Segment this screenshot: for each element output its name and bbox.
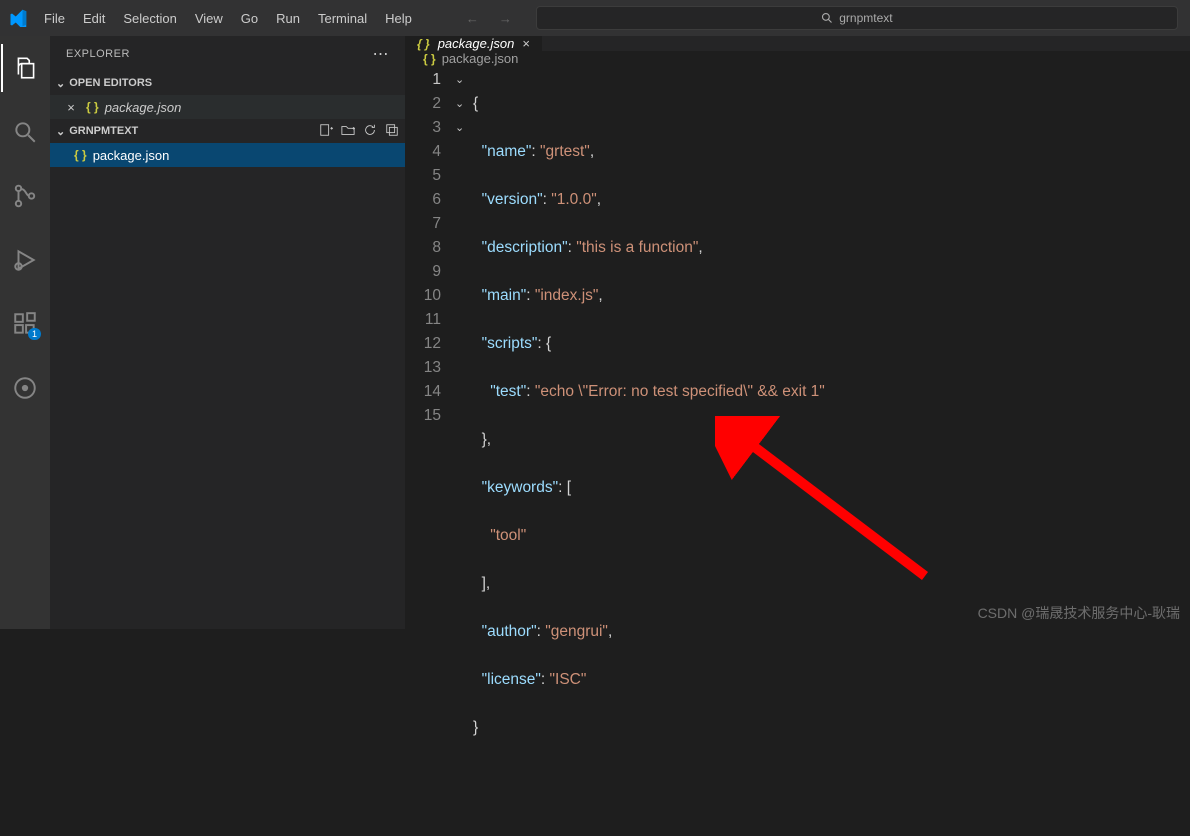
vscode-logo-icon xyxy=(0,9,36,27)
nav-forward-icon[interactable]: → xyxy=(493,7,518,30)
tab-label: package.json xyxy=(438,36,515,51)
collapse-icon[interactable] xyxy=(385,123,399,140)
open-editor-item[interactable]: × { } package.json xyxy=(50,95,405,119)
title-bar: File Edit Selection View Go Run Terminal… xyxy=(0,0,1190,36)
search-icon xyxy=(821,12,833,24)
editor-tab[interactable]: { } package.json × xyxy=(405,36,543,51)
breadcrumb-file: package.json xyxy=(442,51,519,66)
activity-explorer-icon[interactable] xyxy=(1,44,49,92)
menu-view[interactable]: View xyxy=(187,7,231,30)
breadcrumb[interactable]: { } package.json xyxy=(405,51,1190,66)
extensions-badge: 1 xyxy=(28,328,41,340)
new-folder-icon[interactable] xyxy=(341,123,355,140)
sidebar-explorer: EXPLORER ⋯ ⌄ OPEN EDITORS × { } package.… xyxy=(50,36,405,629)
code-lines[interactable]: { "name": "grtest", "version": "1.0.0", … xyxy=(473,68,825,836)
json-file-icon: { } xyxy=(423,52,436,66)
sidebar-more-icon[interactable]: ⋯ xyxy=(373,44,390,64)
nav-back-icon[interactable]: ← xyxy=(460,7,485,30)
chevron-down-icon: ⌄ xyxy=(56,77,65,90)
activity-bar: 1 xyxy=(0,36,50,629)
file-name-label: package.json xyxy=(93,148,170,163)
tab-close-icon[interactable]: × xyxy=(522,36,530,51)
menu-edit[interactable]: Edit xyxy=(75,7,113,30)
menu-bar: File Edit Selection View Go Run Terminal… xyxy=(36,7,420,30)
menu-selection[interactable]: Selection xyxy=(115,7,184,30)
command-center-search[interactable]: grnpmtext xyxy=(536,6,1178,30)
menu-help[interactable]: Help xyxy=(377,7,420,30)
activity-debug-icon[interactable] xyxy=(1,236,49,284)
line-numbers: 1 234 567 8910 111213 1415 xyxy=(405,68,455,836)
close-icon[interactable]: × xyxy=(62,100,80,115)
chevron-down-icon: ⌄ xyxy=(56,125,65,138)
file-tree-item[interactable]: { } package.json xyxy=(50,143,405,167)
menu-run[interactable]: Run xyxy=(268,7,308,30)
sidebar-title: EXPLORER xyxy=(66,48,130,60)
menu-file[interactable]: File xyxy=(36,7,73,30)
section-open-editors[interactable]: ⌄ OPEN EDITORS xyxy=(50,71,405,95)
fold-gutter[interactable]: ⌄⌄⌄ xyxy=(455,68,473,836)
activity-scm-icon[interactable] xyxy=(1,172,49,220)
watermark-text: CSDN @瑞晟技术服务中心-耿瑞 xyxy=(978,603,1180,623)
code-editor[interactable]: 1 234 567 8910 111213 1415 ⌄⌄⌄ { "name":… xyxy=(405,66,1190,836)
activity-search-icon[interactable] xyxy=(1,108,49,156)
new-file-icon[interactable] xyxy=(319,123,333,140)
editor-area: { } package.json × { } package.json 1 23… xyxy=(405,36,1190,629)
json-file-icon: { } xyxy=(417,37,430,51)
nav-arrows: ← → xyxy=(460,7,518,30)
activity-remote-icon[interactable] xyxy=(1,364,49,412)
project-label: GRNPMTEXT xyxy=(69,125,138,137)
menu-go[interactable]: Go xyxy=(233,7,266,30)
section-project[interactable]: ⌄ GRNPMTEXT xyxy=(50,119,405,143)
menu-terminal[interactable]: Terminal xyxy=(310,7,375,30)
activity-extensions-icon[interactable]: 1 xyxy=(1,300,49,348)
editor-tabs: { } package.json × xyxy=(405,36,1190,51)
open-file-label: package.json xyxy=(105,100,182,115)
json-file-icon: { } xyxy=(86,100,99,114)
search-value: grnpmtext xyxy=(839,11,892,25)
refresh-icon[interactable] xyxy=(363,123,377,140)
open-editors-label: OPEN EDITORS xyxy=(69,77,152,89)
json-file-icon: { } xyxy=(74,148,87,162)
